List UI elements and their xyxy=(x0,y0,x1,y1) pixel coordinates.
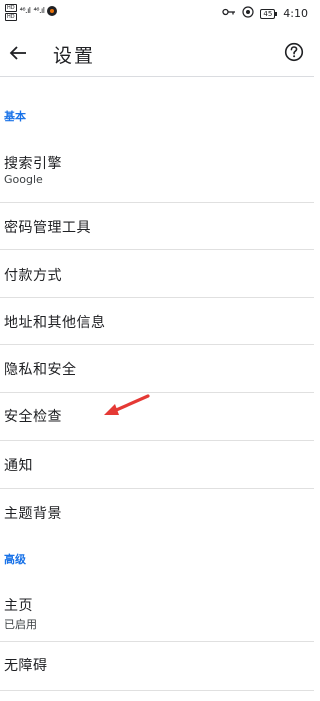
page-title: 设置 xyxy=(53,45,96,67)
app-notification-icon xyxy=(47,6,58,16)
annotation-arrow-icon xyxy=(104,394,150,415)
settings-item-accessibility[interactable]: 无障碍 xyxy=(0,642,314,690)
key-icon xyxy=(222,8,236,19)
back-button[interactable] xyxy=(4,39,32,67)
item-title: 隐私和安全 xyxy=(4,362,77,378)
eye-comfort-icon xyxy=(242,6,254,21)
divider xyxy=(0,690,314,691)
hd-indicators: HD HD xyxy=(5,4,17,21)
settings-item-safety-check[interactable]: 安全检查 xyxy=(0,393,314,440)
settings-item-homepage[interactable]: 主页 已启用 xyxy=(0,582,314,639)
section-header-basic: 基本 xyxy=(4,110,26,123)
settings-item-passwords[interactable]: 密码管理工具 xyxy=(0,203,314,248)
settings-item-payment-methods[interactable]: 付款方式 xyxy=(0,250,314,298)
hd-icon: HD xyxy=(5,4,17,12)
help-button[interactable] xyxy=(282,40,306,64)
status-left: HD HD ⁴⁶.ıl ⁴⁶.ıl xyxy=(5,4,58,21)
settings-item-privacy-security[interactable]: 隐私和安全 xyxy=(0,345,314,393)
settings-screen: HD HD ⁴⁶.ıl ⁴⁶.ıl 45 4:10 设置 基本 搜索引擎 Goo… xyxy=(0,0,314,701)
item-title: 无障碍 xyxy=(4,658,48,674)
item-title: 通知 xyxy=(4,458,33,474)
settings-item-addresses[interactable]: 地址和其他信息 xyxy=(0,298,314,346)
settings-item-notifications[interactable]: 通知 xyxy=(0,441,314,488)
item-title: 密码管理工具 xyxy=(4,220,91,236)
section-header-advanced: 高级 xyxy=(4,553,26,566)
settings-item-themes[interactable]: 主题背景 xyxy=(0,489,314,536)
help-circle-icon xyxy=(284,42,304,62)
app-bar: 设置 xyxy=(0,30,314,76)
item-subtitle: Google xyxy=(4,173,43,186)
item-title: 地址和其他信息 xyxy=(4,315,106,331)
arrow-left-icon xyxy=(9,46,26,60)
signal-icon: ⁴⁶.ıl xyxy=(33,6,45,15)
item-subtitle: 已启用 xyxy=(4,618,37,631)
battery-icon: 45 xyxy=(260,8,278,19)
status-right: 45 4:10 xyxy=(222,6,308,21)
hd-icon: HD xyxy=(5,13,17,21)
settings-item-search-engine[interactable]: 搜索引擎 Google xyxy=(0,140,314,202)
signal-icon: ⁴⁶.ıl xyxy=(19,6,31,15)
item-title: 搜索引擎 xyxy=(4,156,62,172)
item-title: 安全检查 xyxy=(4,409,62,425)
header-divider xyxy=(0,76,314,77)
item-title: 付款方式 xyxy=(4,268,62,284)
item-title: 主页 xyxy=(4,598,33,614)
status-bar: HD HD ⁴⁶.ıl ⁴⁶.ıl 45 4:10 xyxy=(0,0,314,30)
clock: 4:10 xyxy=(283,7,308,20)
item-title: 主题背景 xyxy=(4,506,62,522)
